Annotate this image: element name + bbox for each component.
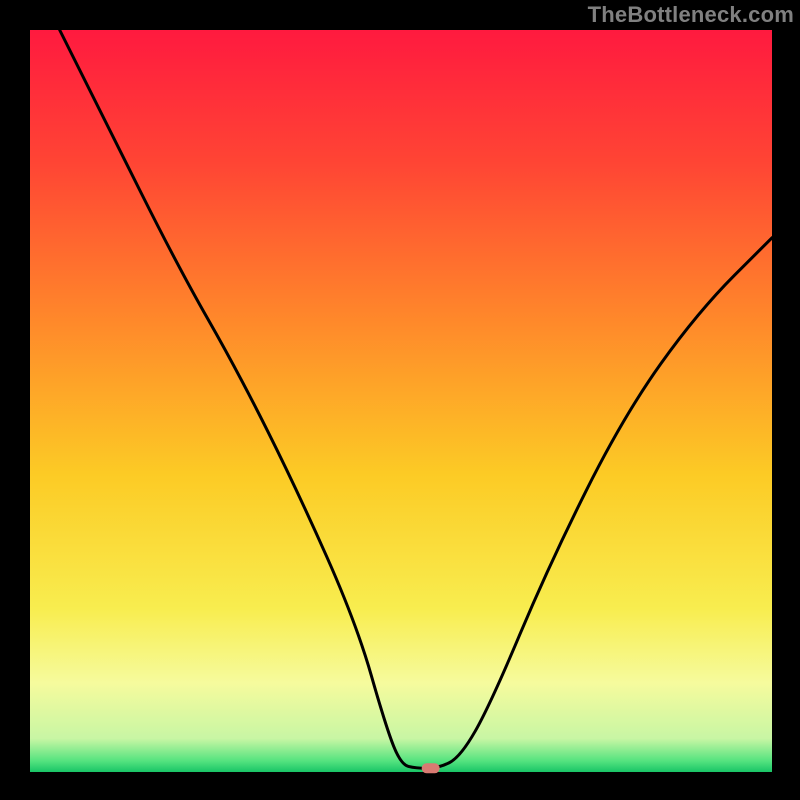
plot-background: [30, 30, 772, 772]
chart-frame: { "watermark": "TheBottleneck.com", "cha…: [0, 0, 800, 800]
bottleneck-chart: [0, 0, 800, 800]
optimum-marker: [422, 763, 440, 773]
